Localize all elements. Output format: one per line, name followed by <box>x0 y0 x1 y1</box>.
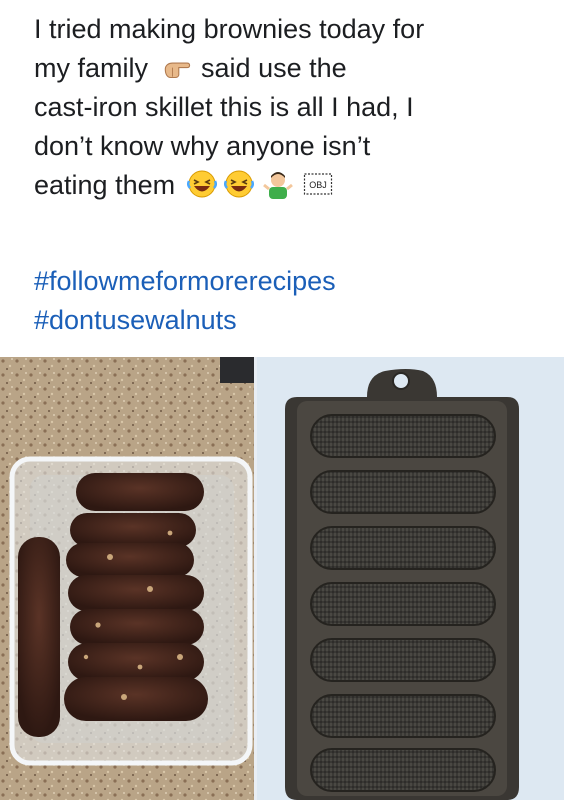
pointing-hand-icon <box>164 62 190 79</box>
brownies-photo <box>0 357 254 800</box>
laughing-face-icon <box>224 170 255 198</box>
man-shrugging-icon <box>262 172 293 199</box>
post-line-4: don’t know why anyone isn’t <box>34 131 371 161</box>
hashtags: #followmeformorerecipes #dontusewalnuts <box>34 262 336 340</box>
post-line-2: my family said use the <box>34 53 347 83</box>
post-line-1: I tried making brownies today for <box>34 14 425 44</box>
svg-text:OBJ: OBJ <box>309 180 327 190</box>
laughing-face-icon <box>186 170 217 198</box>
post-line-5: eating them OBJ <box>34 166 544 205</box>
obj-box-icon: OBJ <box>304 173 333 195</box>
hashtag-dontusewalnuts[interactable]: #dontusewalnuts <box>34 301 336 340</box>
post-line-3: cast-iron skillet this is all I had, I <box>34 92 414 122</box>
cornbread-pan-photo <box>257 357 564 800</box>
post-text: I tried making brownies today for my fam… <box>34 10 544 205</box>
hashtag-followmeformorerecipes[interactable]: #followmeformorerecipes <box>34 262 336 301</box>
